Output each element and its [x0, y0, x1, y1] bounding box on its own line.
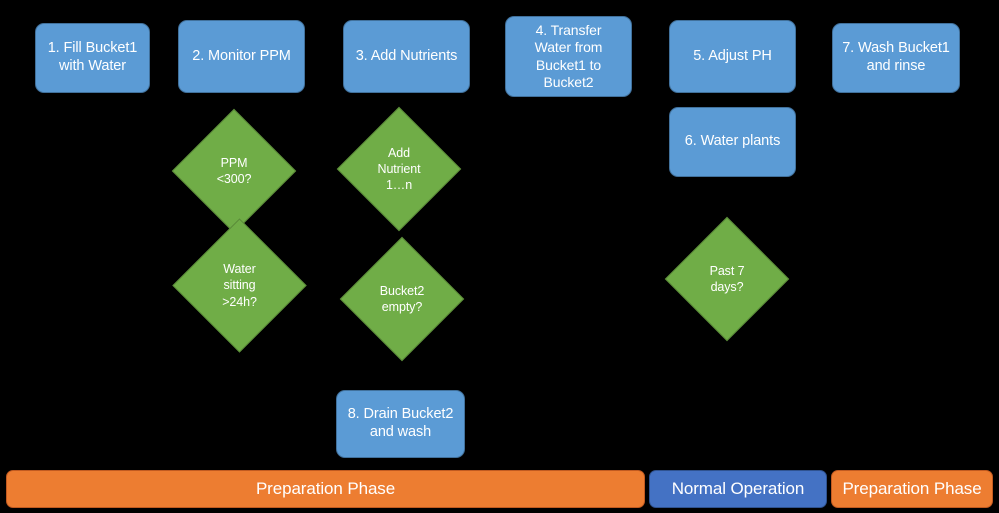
decision-label: Add Nutrient 1…n [377, 145, 421, 193]
decision-node-add-nutrient[interactable]: Add Nutrient 1…n [336, 106, 462, 232]
process-node-step8[interactable]: 8. Drain Bucket2 and wash [336, 390, 465, 458]
process-node-step5[interactable]: 5. Adjust PH [669, 20, 796, 93]
decision-label: Water sitting >24h? [222, 262, 257, 309]
decision-node-ppm-threshold[interactable]: PPM <300? [171, 108, 297, 234]
decision-label: Bucket2 empty? [379, 283, 425, 314]
process-node-step4[interactable]: 4. Transfer Water from Bucket1 to Bucket… [505, 16, 632, 97]
process-node-step6[interactable]: 6. Water plants [669, 107, 796, 177]
decision-node-bucket2-empty[interactable]: Bucket2 empty? [339, 236, 465, 362]
flowchart-canvas: 1. Fill Bucket1 with Water 2. Monitor PP… [0, 0, 999, 513]
phase-bar-preparation-right[interactable]: Preparation Phase [831, 470, 993, 508]
process-node-step2[interactable]: 2. Monitor PPM [178, 20, 305, 93]
decision-node-water-sitting[interactable]: Water sitting >24h? [172, 218, 307, 353]
process-node-step1[interactable]: 1. Fill Bucket1 with Water [35, 23, 150, 93]
process-node-step3[interactable]: 3. Add Nutrients [343, 20, 470, 93]
phase-bar-normal-operation[interactable]: Normal Operation [649, 470, 827, 508]
process-node-step7[interactable]: 7. Wash Bucket1 and rinse [832, 23, 960, 93]
decision-label: PPM <300? [216, 155, 252, 186]
decision-node-past-7-days[interactable]: Past 7 days? [664, 216, 790, 342]
decision-label: Past 7 days? [709, 263, 745, 294]
phase-bar-preparation-left[interactable]: Preparation Phase [6, 470, 645, 508]
